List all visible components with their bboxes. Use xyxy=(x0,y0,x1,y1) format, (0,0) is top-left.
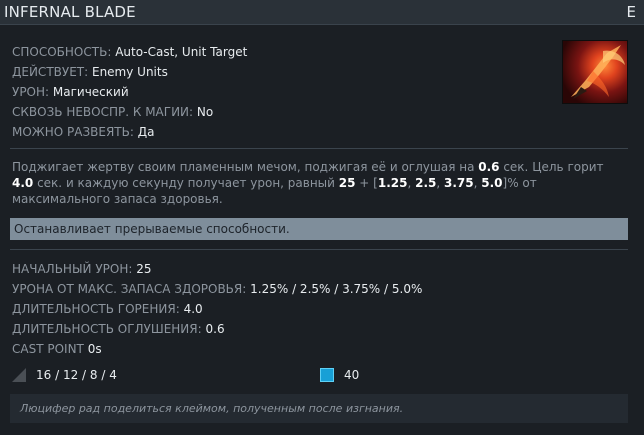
attr-value: Enemy Units xyxy=(91,65,168,79)
cost-row: 16 / 12 / 8 / 4 40 xyxy=(12,368,622,388)
stat-row: CAST POINT 0s xyxy=(12,339,422,359)
attr-label: ДЕЙСТВУЕТ: xyxy=(12,65,89,79)
mana-cost: 40 xyxy=(320,368,359,382)
attr-value: Магический xyxy=(52,85,129,99)
attr-label: МОЖНО РАЗВЕЯТЬ: xyxy=(12,125,134,139)
stat-label: CAST POINT xyxy=(12,342,84,356)
divider xyxy=(10,249,628,250)
attr-row: УРОН: Магический xyxy=(12,82,247,102)
stat-row: ДЛИТЕЛЬНОСТЬ ОГЛУШЕНИЯ: 0.6 xyxy=(12,319,422,339)
desc-text: сек. Цель горит xyxy=(499,160,604,174)
stat-row: НАЧАЛЬНЫЙ УРОН: 25 xyxy=(12,259,422,279)
desc-value: 5.0 xyxy=(481,176,503,190)
stat-value: 0s xyxy=(87,342,102,356)
attr-value: Auto-Cast, Unit Target xyxy=(115,45,248,59)
stat-label: УРОНА ОТ МАКС. ЗАПАСА ЗДОРОВЬЯ: xyxy=(12,282,247,296)
stat-value: 4.0 xyxy=(183,302,203,316)
divider xyxy=(10,148,628,149)
desc-text: , xyxy=(436,176,445,190)
stat-row: УРОНА ОТ МАКС. ЗАПАСА ЗДОРОВЬЯ: 1.25% / … xyxy=(12,279,422,299)
attr-row: СПОСОБНОСТЬ: Auto-Cast, Unit Target xyxy=(12,42,247,62)
infernal-blade-icon xyxy=(562,40,628,104)
attr-row: ДЕЙСТВУЕТ: Enemy Units xyxy=(12,62,247,82)
attr-row: МОЖНО РАЗВЕЯТЬ: Да xyxy=(12,122,247,142)
desc-text: , xyxy=(407,176,416,190)
attr-label: СКВОЗЬ НЕВОСПР. К МАГИИ: xyxy=(12,105,194,119)
stat-label: ДЛИТЕЛЬНОСТЬ ОГЛУШЕНИЯ: xyxy=(12,322,202,336)
attr-row: СКВОЗЬ НЕВОСПР. К МАГИИ: No xyxy=(12,102,247,122)
stat-value: 25 xyxy=(136,262,152,276)
desc-value: 4.0 xyxy=(12,176,34,190)
stat-row: ДЛИТЕЛЬНОСТЬ ГОРЕНИЯ: 4.0 xyxy=(12,299,422,319)
ability-title: INFERNAL BLADE xyxy=(4,3,136,21)
cooldown-value: 16 / 12 / 8 / 4 xyxy=(36,368,117,382)
desc-value: 25 xyxy=(338,176,356,190)
stat-label: НАЧАЛЬНЫЙ УРОН: xyxy=(12,262,133,276)
interrupt-note: Останавливает прерываемые способности. xyxy=(10,218,628,240)
ability-attributes: СПОСОБНОСТЬ: Auto-Cast, Unit Target ДЕЙС… xyxy=(12,42,247,142)
attr-value: Да xyxy=(137,125,155,139)
desc-value: 1.25 xyxy=(377,176,408,190)
stat-label: ДЛИТЕЛЬНОСТЬ ГОРЕНИЯ: xyxy=(12,302,180,316)
ability-stats: НАЧАЛЬНЫЙ УРОН: 25 УРОНА ОТ МАКС. ЗАПАСА… xyxy=(12,259,422,359)
desc-text: + [ xyxy=(355,176,378,190)
attr-value: No xyxy=(196,105,214,119)
ability-tooltip: INFERNAL BLADE E СПОСОБНОСТЬ: Auto-Cast,… xyxy=(0,0,644,435)
stat-value: 1.25% / 2.5% / 3.75% / 5.0% xyxy=(250,282,423,296)
mana-icon xyxy=(320,368,334,382)
ability-hotkey: E xyxy=(626,3,636,21)
attr-label: СПОСОБНОСТЬ: xyxy=(12,45,112,59)
tooltip-header: INFERNAL BLADE E xyxy=(0,0,644,25)
ability-description: Поджигает жертву своим пламенным мечом, … xyxy=(12,159,626,207)
desc-value: 2.5 xyxy=(415,176,437,190)
cooldown: 16 / 12 / 8 / 4 xyxy=(12,368,117,382)
mana-value: 40 xyxy=(344,368,360,382)
lore-text: Люцифер рад поделиться клеймом, полученн… xyxy=(10,394,628,423)
attr-label: УРОН: xyxy=(12,85,50,99)
desc-text: сек. и каждую секунду получает урон, рав… xyxy=(33,176,339,190)
desc-value: 0.6 xyxy=(478,160,500,174)
cooldown-icon xyxy=(12,368,26,382)
desc-value: 3.75 xyxy=(444,176,474,190)
stat-value: 0.6 xyxy=(205,322,225,336)
desc-text: Поджигает жертву своим пламенным мечом, … xyxy=(12,160,479,174)
